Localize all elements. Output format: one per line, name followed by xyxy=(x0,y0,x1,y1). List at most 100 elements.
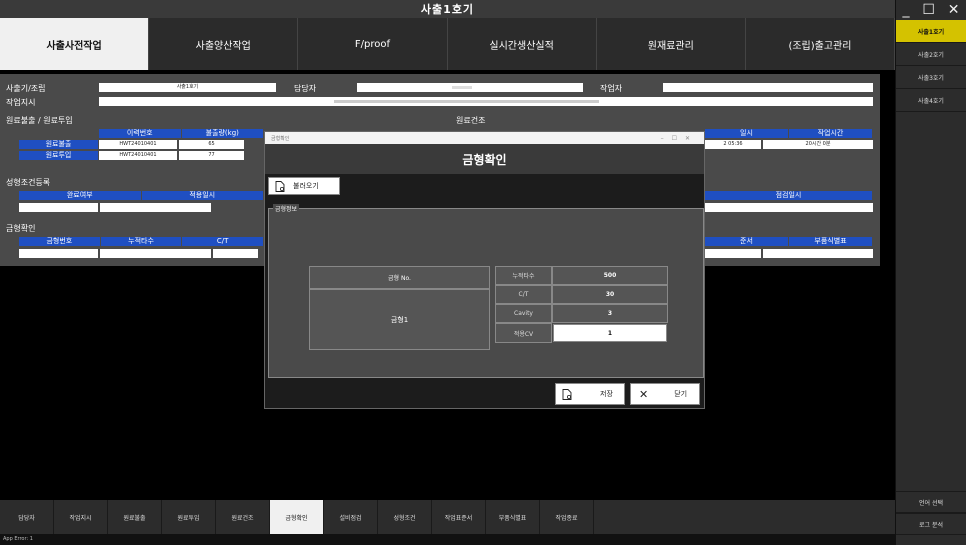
side-machine-4[interactable]: 사출4호기 xyxy=(896,89,966,112)
btab-work-standard[interactable]: 작업표준서 xyxy=(432,500,486,534)
document-icon xyxy=(562,388,572,400)
mold-header-no: 금형번호 xyxy=(19,237,101,246)
mold-standard-field[interactable] xyxy=(705,249,761,258)
btab-work-end[interactable]: 작업종료 xyxy=(540,500,594,534)
material-row-qty[interactable]: 77 xyxy=(179,151,244,160)
cond-header-date: 적용일시 xyxy=(142,191,264,200)
btab-part-label[interactable]: 부품식별표 xyxy=(486,500,540,534)
dialog-caption: 금형확인 xyxy=(271,135,290,142)
window-controls: _ ☐ ✕ xyxy=(896,0,966,20)
close-icon[interactable]: ✕ xyxy=(948,2,960,18)
save-button[interactable]: 저장 xyxy=(555,383,625,405)
mold-header-part-label: 부품식별표 xyxy=(789,237,873,246)
maximize-icon[interactable]: ☐ xyxy=(922,2,935,18)
cond-section-title: 성형조건등록 xyxy=(6,178,51,187)
btab-equipment-check[interactable]: 설비점검 xyxy=(324,500,378,534)
mold-no-value: 금형1 xyxy=(309,289,490,350)
side-machine-1[interactable]: 사출1호기 xyxy=(896,20,966,43)
btab-mold-check[interactable]: 금형확인 xyxy=(270,500,324,534)
btab-work-order[interactable]: 작업지시 xyxy=(54,500,108,534)
mold-section-title: 금형확인 xyxy=(6,224,36,233)
shots-value: 500 xyxy=(552,266,668,285)
tab-realtime-output[interactable]: 실시간생산실적 xyxy=(448,18,597,70)
side-bottom-group: 언어 선택 로그 분석 xyxy=(896,491,966,535)
material-row-label: 원료불출 xyxy=(19,140,98,149)
manager-field[interactable] xyxy=(357,83,583,92)
minimize-icon[interactable]: _ xyxy=(902,2,909,18)
check-header-date: 점검일시 xyxy=(705,191,873,200)
side-machine-3[interactable]: 사출3호기 xyxy=(896,66,966,89)
ct-label: C/T xyxy=(495,285,552,304)
mold-shots-field[interactable] xyxy=(100,249,211,258)
applied-cv-label: 적용CV xyxy=(495,323,552,343)
status-text: App Error: 1 xyxy=(3,536,33,542)
mold-header-standard: 준서 xyxy=(705,237,789,246)
redacted-text xyxy=(452,86,472,89)
material-row-lot[interactable]: HWT24010401 xyxy=(99,151,177,160)
cond-done-field[interactable] xyxy=(19,203,98,212)
btab-material-dry[interactable]: 원료건조 xyxy=(216,500,270,534)
material-row-lot[interactable]: HWT24010401 xyxy=(99,140,177,149)
tab-mass-production[interactable]: 사출양산작업 xyxy=(149,18,299,70)
tab-shipping-mgmt[interactable]: (조립)출고관리 xyxy=(746,18,896,70)
applied-cv-input[interactable]: 1 xyxy=(553,324,667,342)
shots-label: 누적타수 xyxy=(495,266,552,285)
mold-ct-field[interactable] xyxy=(213,249,258,258)
cond-header: 완료여부 적용일시 xyxy=(19,191,264,200)
log-analysis-button[interactable]: 로그 분석 xyxy=(896,513,966,535)
dialog-window-controls[interactable]: –☐✕ xyxy=(661,135,698,142)
mold-no-field[interactable] xyxy=(19,249,98,258)
mold-check-dialog: 금형확인 –☐✕ 금형확인 불러오기 금형정보 금형 No. 금형1 누적타수 … xyxy=(264,131,705,409)
mold-info-group: 금형정보 금형 No. 금형1 누적타수 500 C/T 30 Cavity 3… xyxy=(268,204,704,378)
top-tabs: 사출사전작업 사출양산작업 F/proof 실시간생산실적 원재료관리 (조립)… xyxy=(0,18,896,70)
dialog-title: 금형확인 xyxy=(265,144,704,174)
tab-material-mgmt[interactable]: 원재료관리 xyxy=(597,18,746,70)
mold-part-label-field[interactable] xyxy=(763,249,873,258)
x-icon: ✕ xyxy=(639,387,649,401)
worker-field[interactable] xyxy=(663,83,873,92)
btab-material-out[interactable]: 원료불출 xyxy=(108,500,162,534)
side-machine-2[interactable]: 사출2호기 xyxy=(896,43,966,66)
document-icon xyxy=(275,180,285,192)
language-select-button[interactable]: 언어 선택 xyxy=(896,491,966,513)
tab-pre-work[interactable]: 사출사전작업 xyxy=(0,18,150,70)
app-window: 사출1호기 _ ☐ ✕ 사출1호기 사출2호기 사출3호기 사출4호기 언어 선… xyxy=(0,0,966,545)
status-bar: App Error: 1 xyxy=(0,534,895,545)
load-button[interactable]: 불러오기 xyxy=(268,177,340,195)
close-button[interactable]: ✕ 닫기 xyxy=(630,383,700,405)
material-row-qty[interactable]: 65 xyxy=(179,140,244,149)
tab-fproof[interactable]: F/proof xyxy=(298,18,448,70)
bottom-tabs: 담당자 작업지시 원료불출 원료투입 원료건조 금형확인 설비점검 성형조건 작… xyxy=(0,500,895,534)
material-header-qty: 불출량(kg) xyxy=(182,129,264,138)
btab-manager[interactable]: 담당자 xyxy=(0,500,54,534)
save-button-label: 저장 xyxy=(600,390,613,398)
manager-label: 담당자 xyxy=(294,84,317,93)
btab-molding-cond[interactable]: 성형조건 xyxy=(378,500,432,534)
cond-header-done: 완료여부 xyxy=(19,191,142,200)
dry-header-duration: 작업시간 xyxy=(789,129,873,138)
machine-field[interactable]: 사출1호기 xyxy=(99,83,276,92)
dry-duration[interactable]: 20시간 0분 xyxy=(763,140,873,149)
check-header: 점검일시 xyxy=(705,191,873,200)
cavity-label: Cavity xyxy=(495,304,552,323)
work-order-field[interactable] xyxy=(99,97,873,106)
dialog-titlebar: 금형확인 –☐✕ xyxy=(265,132,704,144)
ct-value: 30 xyxy=(552,285,668,304)
worker-label: 작업자 xyxy=(600,84,623,93)
material-header-lot: 이력번호 xyxy=(99,129,182,138)
mold-no-header: 금형 No. xyxy=(309,266,490,289)
work-order-label: 작업지시 xyxy=(6,98,36,107)
cavity-value: 3 xyxy=(552,304,668,323)
mold-header-ct: C/T xyxy=(182,237,265,246)
close-button-label: 닫기 xyxy=(674,390,688,398)
cond-date-field[interactable] xyxy=(100,203,211,212)
material-row-label: 원료투입 xyxy=(19,151,98,160)
dry-header-time: 일시 xyxy=(705,129,789,138)
check-date-field[interactable] xyxy=(705,203,873,212)
load-button-label: 불러오기 xyxy=(293,182,319,190)
mold-right-header: 준서 부품식별표 xyxy=(705,237,873,246)
dry-time[interactable]: 2 05:36 xyxy=(705,140,761,149)
side-panel: _ ☐ ✕ 사출1호기 사출2호기 사출3호기 사출4호기 언어 선택 로그 분… xyxy=(895,0,966,545)
btab-material-in[interactable]: 원료투입 xyxy=(162,500,216,534)
material-section-title: 원료불출 / 원료투입 xyxy=(6,116,73,125)
